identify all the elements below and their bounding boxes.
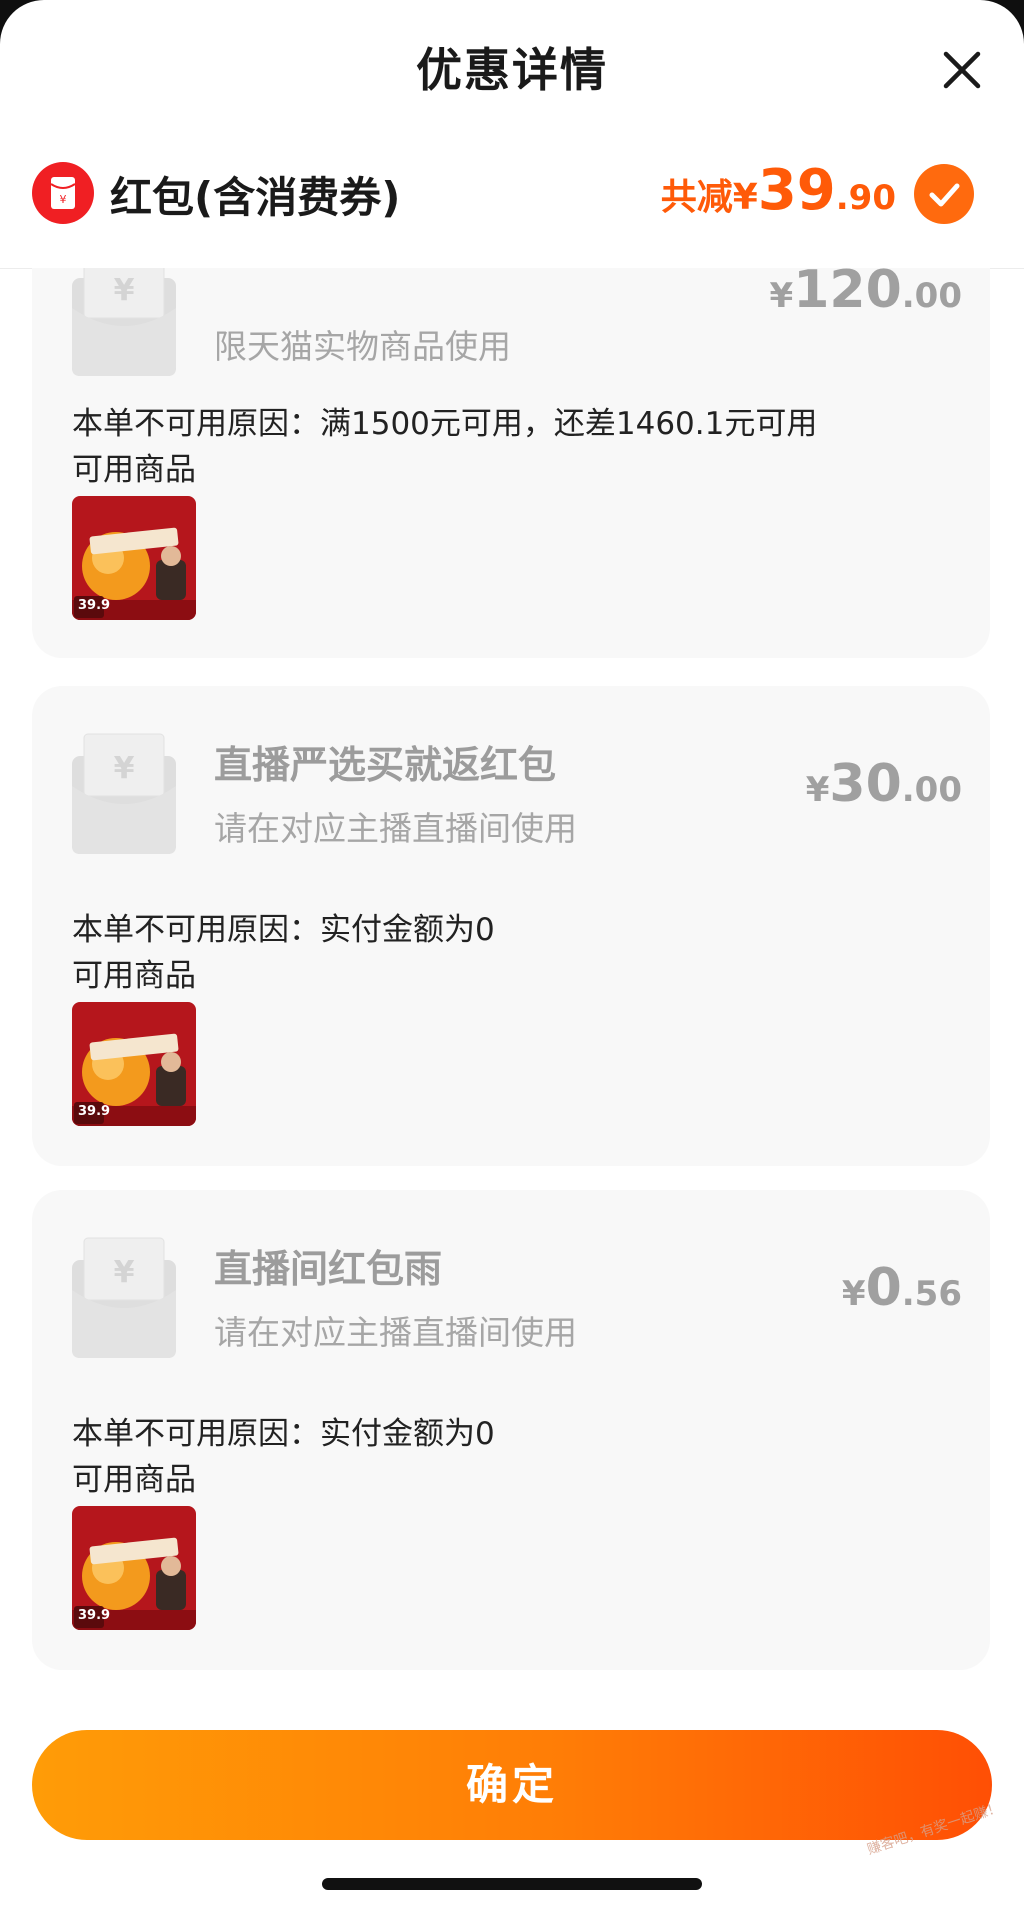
available-goods-label: 可用商品 xyxy=(72,958,196,994)
svg-text:¥: ¥ xyxy=(114,273,135,308)
coupon-envelope-icon: ¥ xyxy=(72,268,176,376)
coupon-amount: ¥30.00 xyxy=(805,754,962,814)
coupon-envelope-icon: ¥ xyxy=(72,733,176,854)
check-icon[interactable] xyxy=(914,164,974,224)
red-packet-summary[interactable]: ¥ 红包(含消费券) 共减¥39.90 xyxy=(0,150,1024,269)
sheet-header: 优惠详情 xyxy=(0,0,1024,130)
thumb-price: 39.9 xyxy=(78,1608,111,1623)
home-indicator xyxy=(322,1878,702,1890)
product-thumbnail[interactable]: 39.9 xyxy=(72,1506,196,1630)
thumb-price: 39.9 xyxy=(78,598,111,613)
coupon-envelope-icon: ¥ xyxy=(72,1237,176,1358)
svg-text:¥: ¥ xyxy=(114,1255,135,1290)
available-goods-label: 可用商品 xyxy=(72,1462,196,1498)
summary-label: 红包(含消费券) xyxy=(110,173,401,222)
svg-text:¥: ¥ xyxy=(60,193,67,206)
coupon-desc: 限天猫实物商品使用 xyxy=(214,327,511,366)
coupon-detail-sheet: 优惠详情 ¥ 红包(含消费券) 共减¥39.90 ¥ 限天猫实物商品使用 ¥12… xyxy=(0,0,1024,1906)
page-title: 优惠详情 xyxy=(416,43,608,97)
unavailable-reason: 本单不可用原因：满1500元可用，还差1460.1元可用 xyxy=(72,406,818,442)
product-thumbnail[interactable]: 39.9 xyxy=(72,496,196,620)
product-thumbnail[interactable]: 39.9 xyxy=(72,1002,196,1126)
thumb-price: 39.9 xyxy=(78,1104,111,1119)
coupon-card: ¥ 直播间红包雨 请在对应主播直播间使用 ¥0.56 本单不可用原因：实付金额为… xyxy=(32,1190,990,1670)
red-packet-icon: ¥ xyxy=(32,162,94,224)
coupon-card: ¥ 直播严选买就返红包 请在对应主播直播间使用 ¥30.00 本单不可用原因：实… xyxy=(32,686,990,1166)
confirm-button[interactable]: 确定 xyxy=(32,1730,992,1840)
available-goods-label: 可用商品 xyxy=(72,452,196,488)
coupon-desc: 请在对应主播直播间使用 xyxy=(214,1313,577,1352)
coupon-desc: 请在对应主播直播间使用 xyxy=(214,809,577,848)
svg-text:¥: ¥ xyxy=(114,751,135,786)
unavailable-reason: 本单不可用原因：实付金额为0 xyxy=(72,1416,495,1452)
coupon-name: 直播严选买就返红包 xyxy=(214,743,557,787)
coupon-amount: ¥120.00 xyxy=(769,268,962,320)
coupon-name: 直播间红包雨 xyxy=(214,1247,443,1291)
coupon-card: ¥ 限天猫实物商品使用 ¥120.00 本单不可用原因：满1500元可用，还差1… xyxy=(32,268,990,658)
summary-total: 共减¥39.90 xyxy=(660,158,896,223)
coupon-amount: ¥0.56 xyxy=(841,1258,962,1318)
unavailable-reason: 本单不可用原因：实付金额为0 xyxy=(72,912,495,948)
coupon-list[interactable]: ¥ 限天猫实物商品使用 ¥120.00 本单不可用原因：满1500元可用，还差1… xyxy=(0,268,1024,1708)
close-icon[interactable] xyxy=(936,44,988,96)
